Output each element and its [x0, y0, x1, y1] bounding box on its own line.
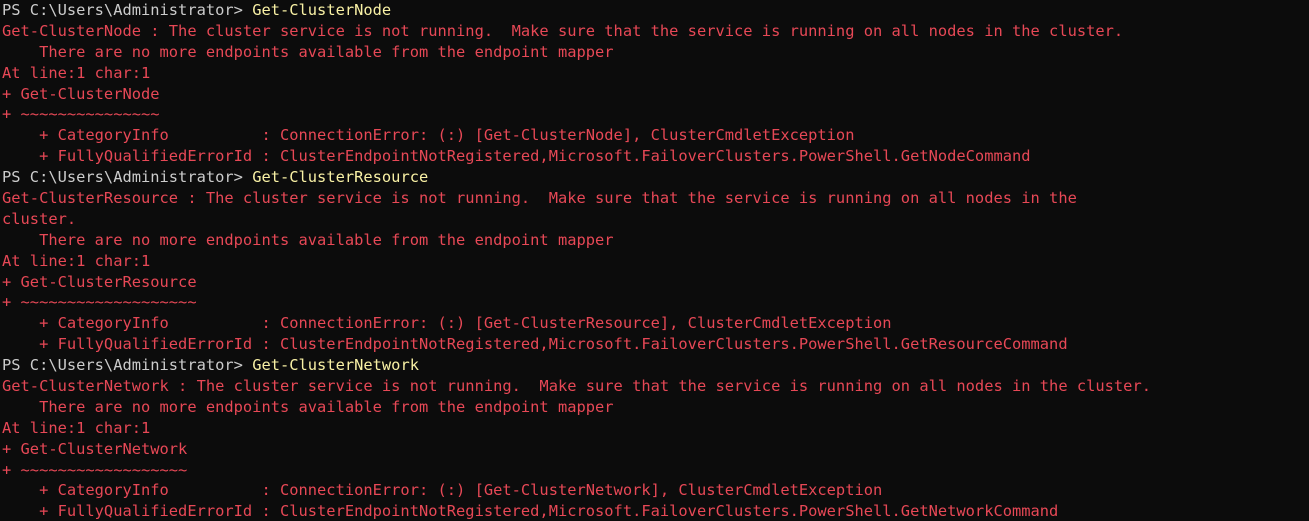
- error-category-info: + CategoryInfo : ConnectionError: (:) [G…: [2, 126, 855, 145]
- error-message-line: Get-ClusterResource : The cluster servic…: [2, 189, 1077, 208]
- error-message-line: Get-ClusterNetwork : The cluster service…: [2, 377, 1151, 396]
- error-underline: + ~~~~~~~~~~~~~~~~~~~: [2, 293, 197, 312]
- error-command-echo: + Get-ClusterNode: [2, 84, 160, 103]
- error-detail-line: There are no more endpoints available fr…: [2, 397, 614, 416]
- command-block-get-clusternode: PS C:\Users\Administrator> Get-ClusterNo…: [2, 0, 1307, 167]
- prompt-line: PS C:\Users\Administrator> Get-ClusterNe…: [2, 355, 1307, 376]
- powershell-console[interactable]: PS C:\Users\Administrator> Get-ClusterNo…: [0, 0, 1309, 521]
- error-command-echo: + Get-ClusterNetwork: [2, 439, 188, 458]
- prompt-path: PS C:\Users\Administrator>: [2, 168, 253, 187]
- error-location-line: At line:1 char:1: [2, 251, 151, 270]
- error-underline: + ~~~~~~~~~~~~~~~: [2, 105, 160, 124]
- prompt-path: PS C:\Users\Administrator>: [2, 1, 253, 19]
- command-text: Get-ClusterNetwork: [252, 356, 419, 375]
- error-detail-line: There are no more endpoints available fr…: [2, 42, 614, 61]
- error-command-echo: + Get-ClusterResource: [2, 272, 197, 291]
- command-block-get-clusternetwork: PS C:\Users\Administrator> Get-ClusterNe…: [2, 355, 1307, 521]
- error-category-info: + CategoryInfo : ConnectionError: (:) [G…: [2, 314, 892, 333]
- error-detail-line: There are no more endpoints available fr…: [2, 230, 614, 249]
- error-fully-qualified-id: + FullyQualifiedErrorId : ClusterEndpoin…: [2, 147, 1031, 166]
- error-fully-qualified-id: + FullyQualifiedErrorId : ClusterEndpoin…: [2, 335, 1068, 354]
- error-location-line: At line:1 char:1: [2, 63, 151, 82]
- error-category-info: + CategoryInfo : ConnectionError: (:) [G…: [2, 481, 883, 500]
- error-message-line: Get-ClusterNode : The cluster service is…: [2, 21, 1124, 40]
- command-text: Get-ClusterNode: [252, 1, 392, 19]
- prompt-line: PS C:\Users\Administrator> Get-ClusterNo…: [2, 0, 1307, 21]
- error-fully-qualified-id: + FullyQualifiedErrorId : ClusterEndpoin…: [2, 502, 1059, 521]
- command-text: Get-ClusterResource: [252, 168, 429, 187]
- error-message-wrap-line: cluster.: [2, 209, 77, 228]
- error-underline: + ~~~~~~~~~~~~~~~~~~: [2, 460, 188, 479]
- command-block-get-clusterresource: PS C:\Users\Administrator> Get-ClusterRe…: [2, 167, 1307, 355]
- prompt-path: PS C:\Users\Administrator>: [2, 356, 253, 375]
- error-location-line: At line:1 char:1: [2, 418, 151, 437]
- prompt-line: PS C:\Users\Administrator> Get-ClusterRe…: [2, 167, 1307, 188]
